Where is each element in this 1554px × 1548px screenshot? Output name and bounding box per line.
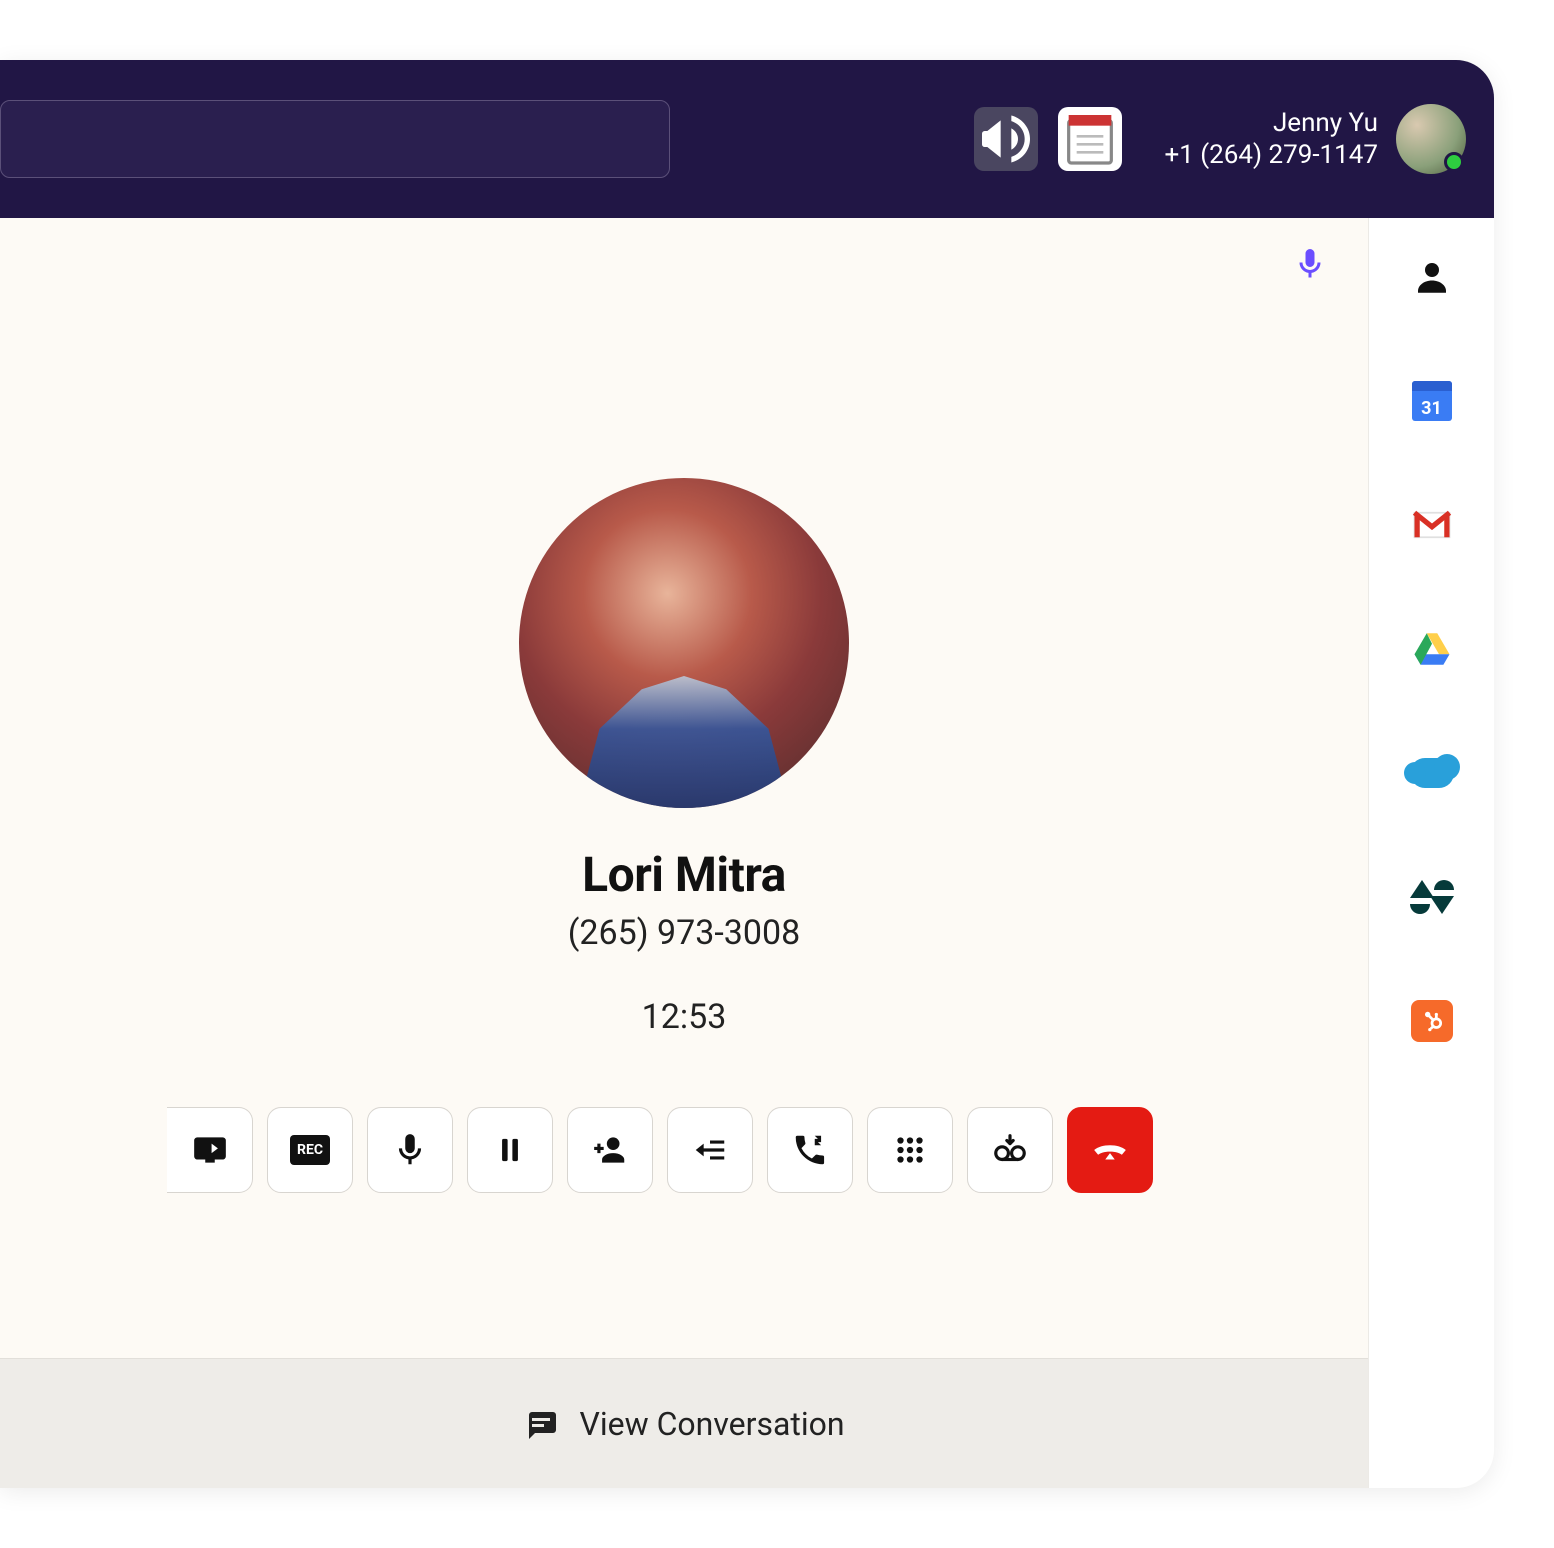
notes-button[interactable] [1058, 107, 1122, 171]
view-conversation-button[interactable]: View Conversation [0, 1358, 1368, 1488]
pause-icon [491, 1131, 529, 1169]
screen-share-icon [191, 1131, 229, 1169]
presence-indicator [1444, 152, 1464, 172]
view-conversation-label: View Conversation [579, 1405, 844, 1443]
current-user-name: Jenny Yu [1164, 107, 1378, 140]
call-area: Lori Mitra (265) 973-3008 12:53 REC [0, 218, 1368, 1358]
hang-up-icon [1091, 1131, 1129, 1169]
dialpad-icon [891, 1131, 929, 1169]
app-window: Jenny Yu +1 (264) 279-1147 Lori Mitra (2… [0, 60, 1494, 1488]
hubspot-app-button[interactable] [1409, 998, 1455, 1044]
hang-up-button[interactable] [1067, 1107, 1153, 1193]
transfer-to-queue-button[interactable] [667, 1107, 753, 1193]
record-button[interactable]: REC [267, 1107, 353, 1193]
body: Lori Mitra (265) 973-3008 12:53 REC [0, 218, 1494, 1488]
current-user-block[interactable]: Jenny Yu +1 (264) 279-1147 [1164, 104, 1466, 174]
microphone-icon [1292, 246, 1328, 282]
mic-status-button[interactable] [1292, 246, 1328, 286]
announcements-button[interactable] [974, 107, 1038, 171]
call-duration: 12:53 [642, 997, 727, 1037]
phone-transfer-icon [791, 1131, 829, 1169]
voicemail-drop-icon [991, 1131, 1029, 1169]
salesforce-app-button[interactable] [1409, 750, 1455, 796]
screen-share-button[interactable] [167, 1107, 253, 1193]
zendesk-app-button[interactable] [1409, 874, 1455, 920]
add-person-icon [591, 1131, 629, 1169]
voicemail-drop-button[interactable] [967, 1107, 1053, 1193]
calendar-app-button[interactable]: 31 [1409, 378, 1455, 424]
call-controls: REC [175, 1107, 1153, 1193]
salesforce-icon [1410, 758, 1454, 788]
call-panel: Lori Mitra (265) 973-3008 12:53 REC [0, 218, 1368, 1488]
integrations-sidebar: 31 [1368, 218, 1494, 1488]
calendar-icon: 31 [1412, 381, 1452, 421]
chat-icon [523, 1406, 559, 1442]
current-user-avatar[interactable] [1396, 104, 1466, 174]
hold-button[interactable] [467, 1107, 553, 1193]
drive-icon [1411, 628, 1453, 670]
hubspot-icon [1411, 1000, 1453, 1042]
current-user-phone: +1 (264) 279-1147 [1164, 139, 1378, 172]
search-input[interactable] [0, 100, 670, 178]
contact-name: Lori Mitra [582, 846, 786, 903]
record-icon: REC [290, 1135, 330, 1165]
arrow-to-list-icon [691, 1131, 729, 1169]
notepad-icon [1058, 107, 1122, 171]
header-bar: Jenny Yu +1 (264) 279-1147 [0, 60, 1494, 218]
zendesk-icon [1412, 880, 1452, 914]
drive-app-button[interactable] [1409, 626, 1455, 672]
gmail-app-button[interactable] [1409, 502, 1455, 548]
gmail-icon [1411, 504, 1453, 546]
mute-button[interactable] [367, 1107, 453, 1193]
contacts-app-button[interactable] [1409, 254, 1455, 300]
megaphone-icon [974, 107, 1038, 171]
dialpad-button[interactable] [867, 1107, 953, 1193]
person-icon [1411, 256, 1453, 298]
contact-avatar [519, 478, 849, 808]
microphone-icon [391, 1131, 429, 1169]
add-participant-button[interactable] [567, 1107, 653, 1193]
transfer-call-button[interactable] [767, 1107, 853, 1193]
contact-phone: (265) 973-3008 [568, 913, 800, 953]
